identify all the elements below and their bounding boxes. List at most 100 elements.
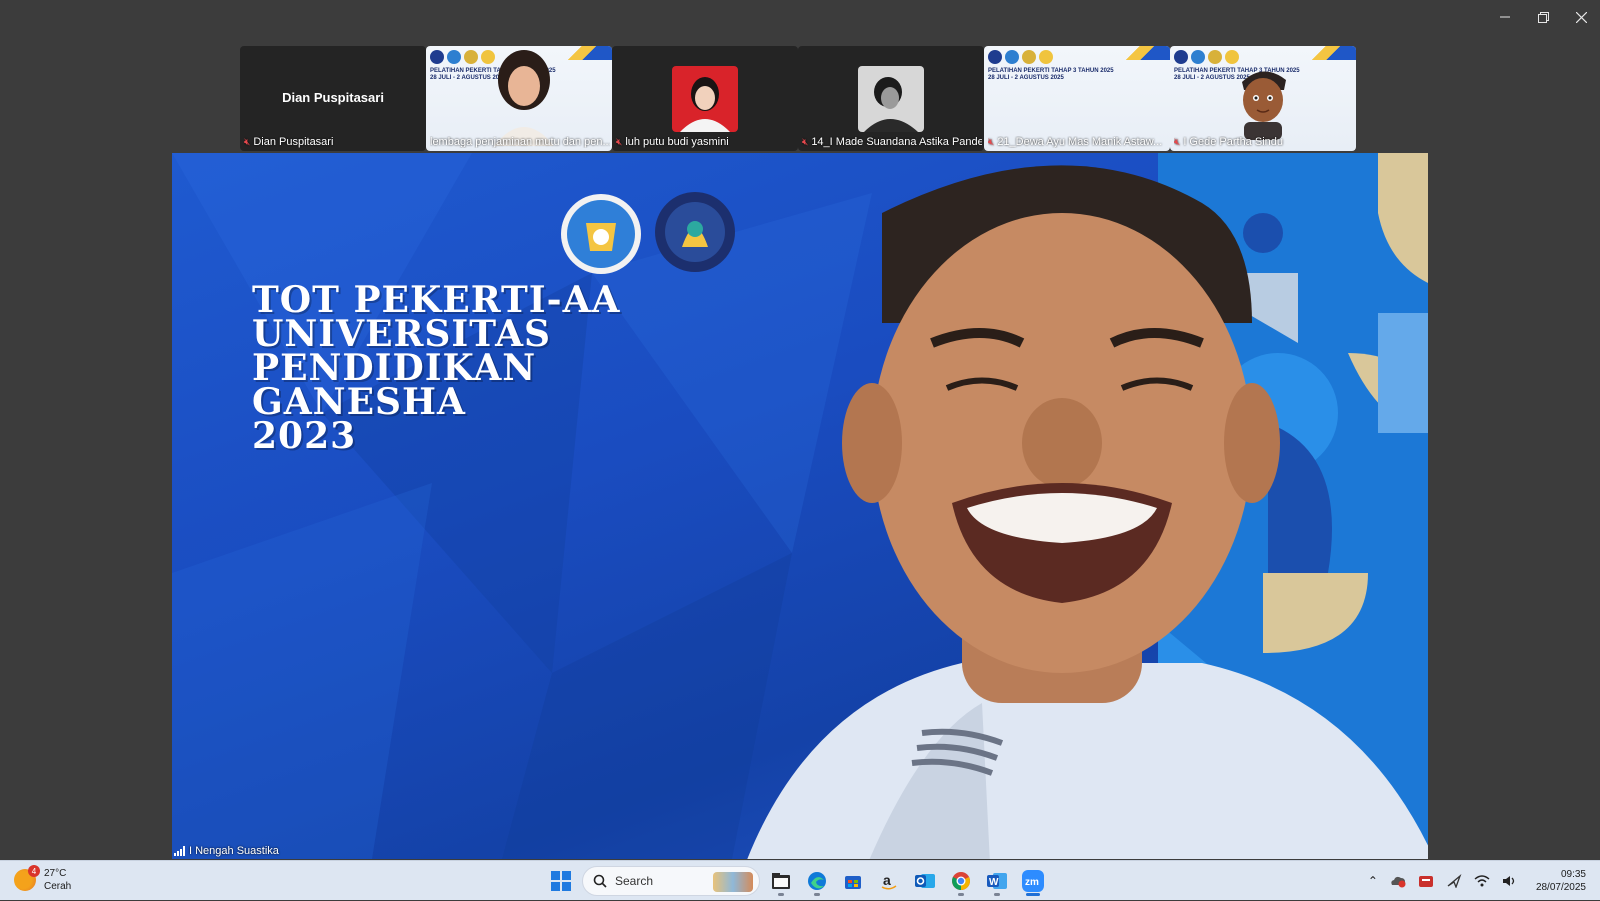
speaker-label: I Nengah Suastika (174, 845, 279, 857)
participant-label-text: Dian Puspitasari (253, 136, 333, 148)
participant-photo (672, 66, 738, 132)
close-icon (1576, 12, 1587, 23)
store-button[interactable] (838, 866, 868, 896)
banner-title: PELATIHAN PEKERTI TAHAP 3 TAHUN 202528 J… (988, 68, 1114, 82)
svg-text:W: W (989, 877, 999, 888)
clock-time: 09:35 (1536, 868, 1586, 881)
running-indicator (778, 893, 784, 896)
store-icon (844, 872, 862, 890)
zoom-button[interactable]: zm (1018, 866, 1048, 896)
running-indicator (958, 893, 964, 896)
weather-temp: 27°C (44, 867, 71, 880)
banner-stripe (1110, 46, 1170, 60)
participant-tile[interactable]: PELATIHAN PEKERTI TAHAP 3 TAHUN 202528 J… (1170, 46, 1356, 151)
taskbar-search-input[interactable]: Search (582, 866, 760, 896)
connection-signal-icon (174, 846, 185, 856)
mic-muted-icon: 🔇︎ (1174, 137, 1180, 148)
window-controls (1486, 0, 1600, 34)
headline-line: GANESHA (252, 385, 620, 419)
system-tray: ⌃ 09:35 28/07/2025 (1368, 861, 1600, 901)
active-indicator (1026, 893, 1040, 896)
mic-muted-icon: 🔇︎ (988, 137, 994, 148)
participant-label: 🔇︎ 14_I Made Suandana Astika Pande (802, 136, 982, 148)
location-icon[interactable] (1446, 874, 1462, 888)
volume-icon[interactable] (1502, 874, 1518, 888)
start-icon (551, 871, 571, 891)
file-explorer-icon (772, 873, 790, 889)
participant-name-display: Dian Puspitasari (240, 90, 426, 105)
participant-label-text: 14_I Made Suandana Astika Pande (811, 136, 982, 148)
participant-tile[interactable]: 🔇︎ luh putu budi yasmini (612, 46, 798, 151)
headline-line: PENDIDIKAN (252, 351, 620, 385)
start-button[interactable] (546, 866, 576, 896)
clock-date: 28/07/2025 (1536, 881, 1586, 894)
active-speaker-video[interactable]: TOT PEKERTI-AA UNIVERSITAS PENDIDIKAN GA… (172, 153, 1428, 859)
outlook-icon (915, 872, 935, 890)
amazon-icon: a (880, 872, 898, 890)
svg-text:a: a (883, 872, 891, 888)
minimize-icon (1500, 12, 1510, 22)
participant-video (484, 46, 564, 146)
amazon-button[interactable]: a (874, 866, 904, 896)
participant-label-text: luh putu budi yasmini (625, 136, 728, 148)
weather-text: 27°C Cerah (44, 867, 71, 893)
participant-label-text: I Gede Partha Sindu (1183, 136, 1283, 148)
participant-tile[interactable]: PELATIHAN PEKERTI TAHAP 3 TAHUN 202528 J… (426, 46, 612, 151)
edge-icon (807, 871, 827, 891)
file-explorer-button[interactable] (766, 866, 796, 896)
participant-strip: Dian Puspitasari 🔇︎ Dian Puspitasari PEL… (240, 46, 1356, 151)
chevron-up-icon[interactable]: ⌃ (1368, 874, 1378, 888)
participant-tile[interactable]: Dian Puspitasari 🔇︎ Dian Puspitasari (240, 46, 426, 151)
participant-photo (858, 66, 924, 132)
participant-label: 🔇︎ luh putu budi yasmini (616, 136, 796, 148)
headline-line: UNIVERSITAS (252, 317, 620, 351)
kemendikbud-logo (558, 191, 644, 277)
avatar-illustration (1230, 60, 1296, 140)
mic-muted-icon: 🔇︎ (802, 137, 808, 148)
taskbar-apps: Search a W zm (546, 865, 1048, 897)
participant-label: 🔇︎ Dian Puspitasari (244, 136, 424, 148)
chrome-icon (951, 871, 971, 891)
wifi-icon[interactable] (1474, 874, 1490, 888)
mic-muted-icon: 🔇︎ (616, 137, 622, 148)
word-button[interactable]: W (982, 866, 1012, 896)
banner-stripe (1296, 46, 1356, 60)
undiksha-logo (652, 189, 738, 275)
mic-muted-icon: 🔇︎ (244, 137, 250, 148)
participant-tile[interactable]: PELATIHAN PEKERTI TAHAP 3 TAHUN 202528 J… (984, 46, 1170, 151)
participant-label-text: 21_Dewa Ayu Mas Manik Astaw... (997, 136, 1162, 148)
weather-badge: 4 (28, 865, 40, 877)
restore-button[interactable] (1524, 0, 1562, 34)
restore-icon (1538, 12, 1549, 23)
onedrive-alert-icon[interactable] (1390, 874, 1406, 888)
search-placeholder: Search (615, 874, 653, 888)
participant-label: lembaga penjaminan mutu dan pen... (430, 136, 610, 148)
weather-sun-icon: 4 (14, 869, 36, 891)
event-headline: TOT PEKERTI-AA UNIVERSITAS PENDIDIKAN GA… (252, 283, 620, 453)
minimize-button[interactable] (1486, 0, 1524, 34)
running-indicator (994, 893, 1000, 896)
word-icon: W (987, 872, 1007, 890)
taskbar: 4 27°C Cerah Search a (0, 860, 1600, 900)
search-highlight-image (713, 872, 753, 892)
banner-logos (988, 50, 1053, 64)
participant-label: 🔇︎ I Gede Partha Sindu (1174, 136, 1354, 148)
participant-label-text: lembaga penjaminan mutu dan pen... (430, 136, 610, 148)
dropbox-icon[interactable] (1418, 874, 1434, 888)
taskbar-clock[interactable]: 09:35 28/07/2025 (1536, 868, 1586, 894)
running-indicator (814, 893, 820, 896)
search-icon (593, 874, 607, 888)
chrome-button[interactable] (946, 866, 976, 896)
outlook-button[interactable] (910, 866, 940, 896)
headline-line: TOT PEKERTI-AA (252, 283, 620, 317)
headline-line: 2023 (252, 419, 620, 453)
participant-label: 🔇︎ 21_Dewa Ayu Mas Manik Astaw... (988, 136, 1168, 148)
close-button[interactable] (1562, 0, 1600, 34)
edge-button[interactable] (802, 866, 832, 896)
svg-text:zm: zm (1025, 877, 1039, 888)
participant-tile[interactable]: 🔇︎ 14_I Made Suandana Astika Pande (798, 46, 984, 151)
weather-widget[interactable]: 4 27°C Cerah (14, 867, 71, 893)
weather-desc: Cerah (44, 880, 71, 893)
zoom-icon: zm (1022, 870, 1044, 892)
speaker-person (732, 153, 1428, 859)
